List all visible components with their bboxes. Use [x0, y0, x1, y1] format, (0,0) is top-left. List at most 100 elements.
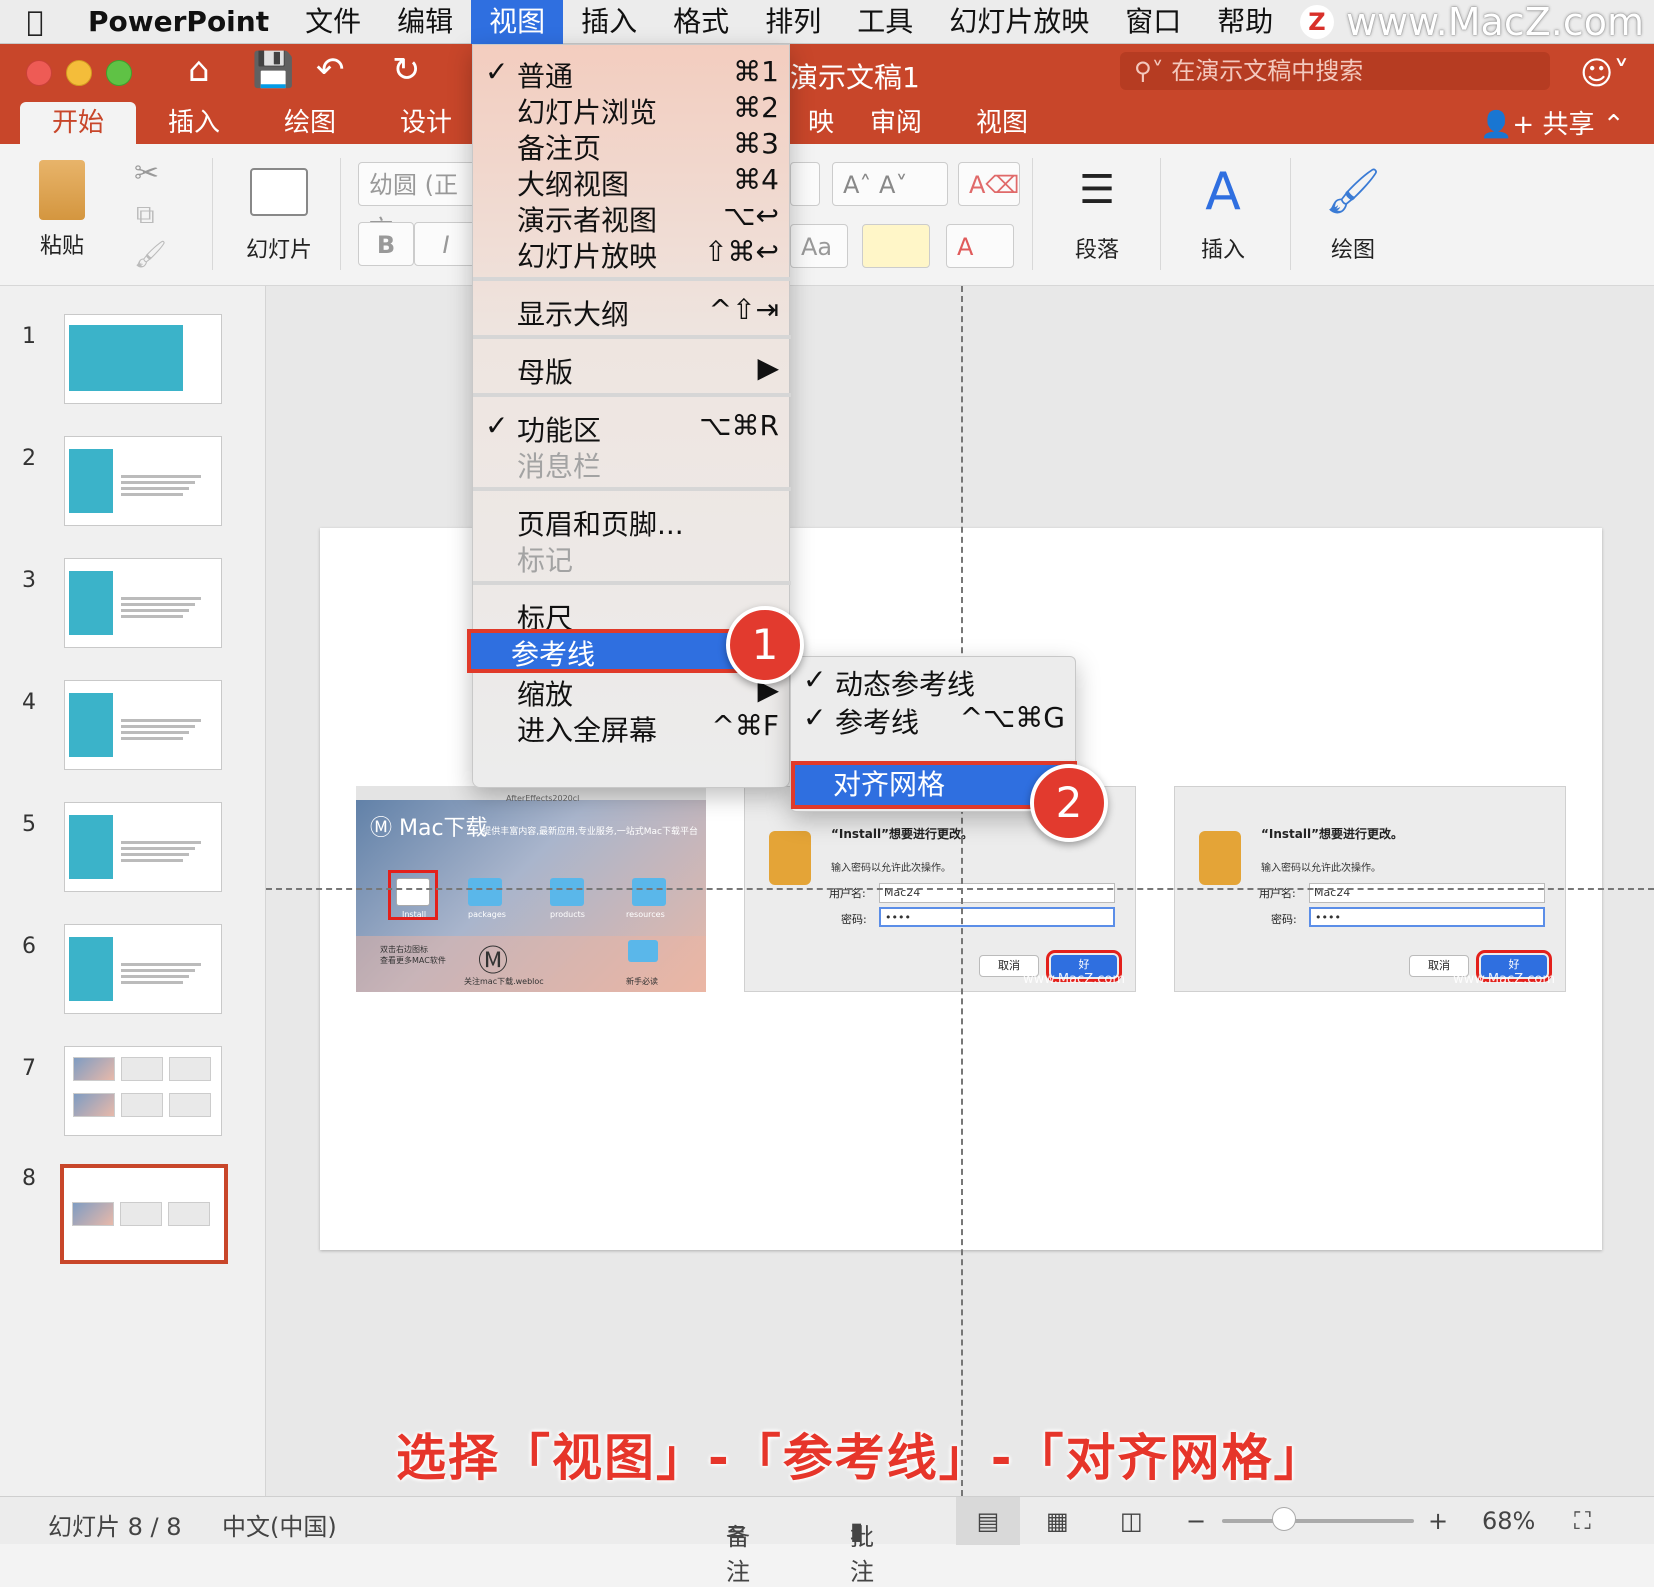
slide-thumbnail[interactable]: [64, 802, 222, 892]
insert-button[interactable]: A 插入: [1180, 160, 1266, 264]
slide-thumbnail[interactable]: [64, 436, 222, 526]
menu-item-label: 演示者视图: [517, 204, 658, 237]
menu-item-guides-toggle[interactable]: ✓ 参考线 ^⌥⌘G: [791, 701, 1077, 739]
add-person-icon: 👤+: [1480, 110, 1543, 140]
slide-sorter-icon[interactable]: ▦: [1046, 1507, 1069, 1535]
menu-tools[interactable]: 工具: [839, 0, 931, 44]
font-size-dropdown[interactable]: [790, 162, 820, 206]
menu-item-presenter-view[interactable]: 演示者视图 ⌥↩: [473, 199, 791, 237]
menu-item-slideshow[interactable]: 幻灯片放映 ⇧⌘↩: [473, 235, 791, 273]
presenter-view-icon[interactable]: ◫: [1120, 1507, 1143, 1535]
menu-item-normal[interactable]: ✓ 普通 ⌘1: [473, 55, 791, 93]
thumbnail-number: 1: [22, 324, 36, 349]
bold-button[interactable]: B: [358, 222, 414, 266]
feedback-smiley-icon[interactable]: ☺˅: [1580, 54, 1629, 92]
zoom-in-icon[interactable]: +: [1428, 1507, 1448, 1535]
thumbnail-image: [168, 1202, 210, 1226]
slide-thumbnail[interactable]: [64, 924, 222, 1014]
menu-item-outline-view[interactable]: 大纲视图 ⌘4: [473, 163, 791, 201]
zoom-slider[interactable]: [1222, 1507, 1414, 1531]
font-name-field[interactable]: 幼圆 (正文: [358, 162, 478, 243]
save-icon[interactable]: 💾: [252, 50, 294, 90]
macz-logo-icon: Z: [1299, 5, 1334, 39]
menu-item-full-screen[interactable]: 进入全屏幕 ^⌘F: [473, 709, 791, 747]
close-window-button[interactable]: [26, 60, 52, 86]
home-icon[interactable]: ⌂: [188, 50, 210, 90]
tab-design[interactable]: 设计: [368, 102, 484, 144]
menu-item-show-outline[interactable]: 显示大纲 ^⇧⇥: [473, 293, 791, 331]
thumbnail-number: 8: [22, 1166, 36, 1191]
menu-item-shortcut: ⌥↩: [723, 199, 779, 232]
fit-to-window-icon[interactable]: ⛶: [1574, 1507, 1591, 1535]
zoom-out-icon[interactable]: −: [1186, 1507, 1206, 1535]
slide-thumbnail[interactable]: [64, 314, 222, 404]
macos-menubar:  PowerPoint 文件 编辑 视图 插入 格式 排列 工具 幻灯片放映 …: [0, 0, 1654, 44]
tab-home[interactable]: 开始: [20, 102, 137, 144]
menu-format[interactable]: 格式: [655, 0, 747, 44]
menu-item-dynamic-guides[interactable]: ✓ 动态参考线: [791, 663, 1077, 701]
menu-window[interactable]: 窗口: [1107, 0, 1199, 44]
menu-slideshow[interactable]: 幻灯片放映: [931, 0, 1107, 44]
change-case-icon[interactable]: Aa: [790, 224, 848, 268]
highlight-color-icon[interactable]: [862, 224, 930, 268]
menu-edit[interactable]: 编辑: [379, 0, 471, 44]
menu-view[interactable]: 视图: [471, 0, 564, 44]
comments-label: 批注: [850, 1523, 874, 1586]
cut-icon[interactable]: ✂: [134, 156, 159, 191]
folder-icon: [468, 878, 502, 906]
vertical-guide[interactable]: [961, 286, 963, 1496]
slide-thumbnail[interactable]: [64, 680, 222, 770]
finder-title: AfterEffects2020cl: [506, 794, 580, 803]
finder-hint-text: 双击右边图标 查看更多MAC软件: [380, 945, 446, 965]
undo-icon[interactable]: ↶: [316, 50, 345, 90]
font-size-buttons[interactable]: A˄ A˅: [832, 162, 948, 206]
search-input[interactable]: ⚲˅ 在演示文稿中搜索: [1120, 52, 1550, 90]
menu-item-ribbon[interactable]: ✓ 功能区 ⌥⌘R: [473, 409, 791, 447]
clear-format-icon[interactable]: A⌫: [958, 162, 1020, 206]
italic-button[interactable]: I: [414, 222, 478, 266]
menu-item-label: 大纲视图: [517, 168, 630, 201]
menu-item-zoom[interactable]: 缩放 ▶: [473, 673, 791, 711]
thumbnail-block: [69, 571, 113, 635]
slide-thumbnail[interactable]: [64, 558, 222, 648]
new-slide-button[interactable]: 幻灯片: [236, 160, 322, 264]
thumbnail-text-line: [121, 481, 195, 484]
menu-item-header-footer[interactable]: 页眉和页脚...: [473, 503, 791, 541]
tab-view[interactable]: 视图: [944, 102, 1060, 144]
menu-app-powerpoint[interactable]: PowerPoint: [70, 0, 287, 44]
zoom-level: 68%: [1482, 1507, 1536, 1535]
copy-icon[interactable]: ⧉: [136, 200, 155, 231]
language-indicator[interactable]: 中文(中国): [222, 1507, 337, 1542]
username-field: Mac24: [879, 883, 1115, 903]
menu-file[interactable]: 文件: [287, 0, 379, 44]
horizontal-guide[interactable]: [266, 888, 1654, 890]
slide-thumbnail[interactable]: [64, 1046, 222, 1136]
tab-insert[interactable]: 插入: [136, 102, 252, 144]
slide-thumbnail[interactable]: [60, 1164, 228, 1264]
font-color-icon[interactable]: A: [946, 224, 1014, 268]
paragraph-button[interactable]: ☰ 段落: [1054, 160, 1140, 264]
menu-item-master[interactable]: 母版 ▶: [473, 351, 791, 389]
lock-icon: [1199, 831, 1241, 885]
apple-icon[interactable]: : [0, 5, 70, 38]
tab-draw[interactable]: 绘图: [252, 102, 368, 144]
redo-icon[interactable]: ↻: [392, 50, 421, 90]
ribbon-separator: [1160, 158, 1161, 270]
thumbnail-text-line: [121, 475, 201, 478]
minimize-window-button[interactable]: [66, 60, 92, 86]
share-button[interactable]: 👤+ 共享 ⌃: [1480, 104, 1625, 141]
menu-arrange[interactable]: 排列: [747, 0, 839, 44]
finder-titlebar: AfterEffects2020cl: [356, 786, 706, 803]
menu-help[interactable]: 帮助: [1199, 0, 1291, 44]
thumbnail-text-line: [121, 609, 189, 612]
paste-button[interactable]: 粘贴: [24, 160, 100, 260]
normal-view-icon[interactable]: ▤: [956, 1497, 1020, 1545]
draw-button[interactable]: 🖌 绘图: [1310, 160, 1396, 264]
zoom-window-button[interactable]: [106, 60, 132, 86]
menu-item-slide-sorter[interactable]: 幻灯片浏览 ⌘2: [473, 91, 791, 129]
menu-item-notes-page[interactable]: 备注页 ⌘3: [473, 127, 791, 165]
menu-insert[interactable]: 插入: [563, 0, 655, 44]
tab-review[interactable]: 审阅: [838, 102, 954, 144]
format-painter-icon[interactable]: 🖌: [134, 240, 167, 270]
zoom-slider-knob[interactable]: [1272, 1507, 1296, 1531]
